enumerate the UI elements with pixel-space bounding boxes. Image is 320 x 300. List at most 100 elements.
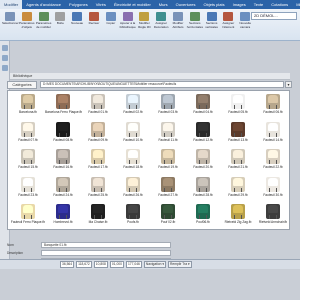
armchair-thumbnail bbox=[56, 149, 70, 164]
library-item[interactable]: Fauteuil 20.fb bbox=[185, 148, 221, 178]
library-item-label: Fauteuil 04.fb bbox=[193, 110, 213, 114]
library-item-label: Barcelona Ferro Plaque.fb bbox=[45, 110, 83, 114]
library-item[interactable]: Fauteuil 24.fb bbox=[45, 176, 81, 206]
library-item[interactable]: Fauteuil 17.fb bbox=[80, 148, 116, 178]
armchair-thumbnail bbox=[56, 94, 70, 109]
library-item-label: Fauteuil 09.fb bbox=[88, 137, 108, 142]
library-item-label: Hombrevol.fb bbox=[53, 220, 73, 224]
library-item[interactable]: Fauteuil 12.fb bbox=[185, 121, 221, 151]
armchair-thumbnail bbox=[91, 149, 105, 164]
detail-label: Description bbox=[7, 251, 23, 255]
library-item[interactable]: Fauteuil 10.fb bbox=[115, 121, 151, 151]
library-item[interactable]: Fauteuil 07.fb bbox=[10, 121, 46, 151]
coordinate-field[interactable]: 36,564 bbox=[60, 261, 75, 268]
armchair-thumbnail bbox=[196, 149, 210, 164]
coordinate-field[interactable]: 118,672 bbox=[76, 261, 92, 268]
armchair-thumbnail bbox=[21, 149, 35, 164]
detail-field[interactable] bbox=[41, 250, 171, 256]
library-item[interactable]: Fauteuil 19.fb bbox=[150, 148, 186, 178]
library-item[interactable]: Fauteuil 16.fb bbox=[45, 148, 81, 178]
library-item-label: Fauteuil 02.fb bbox=[123, 110, 143, 114]
library-item[interactable]: Fauteuil 21.fb bbox=[220, 148, 256, 178]
library-item[interactable]: Fauteuil 30.fb bbox=[255, 176, 291, 206]
dialog-title-bar: Bibliothèque bbox=[10, 73, 290, 80]
armchair-thumbnail bbox=[21, 176, 35, 192]
library-item[interactable]: Fauteuil 11.fb bbox=[150, 121, 186, 151]
library-item[interactable]: Fauteuil 15.fb bbox=[10, 148, 46, 178]
armchair-thumbnail bbox=[196, 121, 210, 137]
library-item-label: Fauteuil 13.fb bbox=[228, 137, 248, 142]
library-item[interactable]: Fauteuil 22.fb bbox=[255, 148, 291, 178]
armchair-thumbnail bbox=[91, 121, 105, 137]
library-item[interactable]: Fauteuil 28.fb bbox=[185, 176, 221, 206]
library-item-label: Fauteuil 20.fb bbox=[193, 165, 213, 169]
armchair-thumbnail bbox=[231, 149, 245, 164]
library-item-label: Fauteuil 27.fb bbox=[158, 192, 178, 197]
library-item[interactable]: Fauteuil 01.fb bbox=[80, 93, 116, 123]
categories-button[interactable]: Catégories bbox=[7, 81, 37, 89]
library-item[interactable]: Fauteuil 29.fb bbox=[220, 176, 256, 206]
library-item-label: Fauteuil 29.fb bbox=[228, 192, 248, 197]
coordinate-field[interactable]: 01,000 bbox=[109, 261, 124, 268]
armchair-thumbnail bbox=[266, 149, 280, 164]
library-item-label: Fauteuil 30.fb bbox=[263, 192, 283, 197]
snap-dropdown[interactable]: Remplir Tra ▾ bbox=[168, 261, 192, 268]
library-item-label: Fauteuil 22.fb bbox=[263, 165, 283, 169]
library-item[interactable]: Fauteuil 05.fb bbox=[220, 93, 256, 123]
armchair-thumbnail bbox=[126, 94, 140, 109]
library-item[interactable]: Poufs.fb bbox=[115, 203, 151, 233]
path-input[interactable]: D:\MES DOCUMENTS\ARCHLIB\NYX\BOUTIQUE\AN… bbox=[40, 81, 284, 88]
armchair-thumbnail bbox=[196, 94, 210, 109]
armchair-thumbnail bbox=[161, 176, 175, 192]
library-grid: Barcelona.fb Barcelona Ferro Plaque.fb Fau… bbox=[7, 90, 290, 230]
coordinate-field[interactable]: 177,046 bbox=[125, 261, 142, 268]
library-item[interactable]: Barcelona Ferro Plaque.fb bbox=[45, 93, 83, 123]
mode-dropdown[interactable]: Navigation ▾ bbox=[143, 261, 167, 268]
library-item[interactable]: Fauteuil 25.fb bbox=[80, 176, 116, 206]
library-item[interactable]: Fauteuil 06.fb bbox=[255, 93, 291, 123]
library-item[interactable]: Fauteuil 18.fb bbox=[115, 148, 151, 178]
library-item[interactable]: Fauteuil 08.fb bbox=[45, 121, 81, 151]
armchair-thumbnail bbox=[21, 94, 35, 109]
library-item[interactable]: Fauteuil Ferro Plaque.fb bbox=[10, 203, 46, 233]
library-item[interactable]: Hombrevol.fb bbox=[45, 203, 81, 233]
armchair-thumbnail bbox=[126, 149, 140, 164]
library-item-label: Fauteuil 21.fb bbox=[228, 165, 248, 169]
library-item[interactable]: Pouf06.fb bbox=[185, 203, 221, 233]
armchair-thumbnail bbox=[21, 204, 35, 219]
library-item-label: Pouf 02.fb bbox=[160, 220, 176, 224]
library-item-label: Fauteuil 23.fb bbox=[18, 192, 38, 197]
armchair-thumbnail bbox=[126, 204, 140, 219]
library-item-label: Barcelona.fb bbox=[19, 110, 37, 114]
library-item[interactable]: Fauteuil 02.fb bbox=[115, 93, 151, 123]
library-item[interactable]: Rietveld Armchair.fb bbox=[255, 203, 291, 233]
library-item[interactable]: Fauteuil 27.fb bbox=[150, 176, 186, 206]
library-item[interactable]: Fauteuil 26.fb bbox=[115, 176, 151, 206]
library-item[interactable]: Rietveld Zig Zag.fb bbox=[220, 203, 256, 233]
library-item-label: Fauteuil 24.fb bbox=[53, 192, 73, 197]
detail-field[interactable]: Banquette 01.fb bbox=[41, 242, 171, 248]
armchair-thumbnail bbox=[91, 176, 105, 192]
armchair-thumbnail bbox=[56, 121, 70, 137]
library-item-label: Fauteuil 17.fb bbox=[88, 165, 108, 169]
library-item[interactable]: Pouf 02.fb bbox=[150, 203, 186, 233]
library-item[interactable]: Fauteuil 04.fb bbox=[185, 93, 221, 123]
library-item-label: Fauteuil Ferro Plaque.fb bbox=[10, 220, 46, 224]
library-item[interactable]: Fauteuil 23.fb bbox=[10, 176, 46, 206]
library-item[interactable]: Fauteuil 03.fb bbox=[150, 93, 186, 123]
library-item[interactable]: Barcelona.fb bbox=[10, 93, 46, 123]
armchair-thumbnail bbox=[161, 121, 175, 137]
armchair-thumbnail bbox=[56, 204, 70, 219]
coordinate-field[interactable]: 10,808 bbox=[93, 261, 108, 268]
library-item-label: Fauteuil 05.fb bbox=[228, 110, 248, 114]
armchair-thumbnail bbox=[161, 149, 175, 164]
library-item-label: Fauteuil 06.fb bbox=[263, 110, 283, 114]
library-item-label: Fauteuil 14.fb bbox=[263, 137, 283, 142]
library-item[interactable]: Fauteuil 13.fb bbox=[220, 121, 256, 151]
library-item[interactable]: Ma Chaise.fb bbox=[80, 203, 116, 233]
chevron-down-icon[interactable]: ▾ bbox=[285, 81, 292, 88]
library-item[interactable]: Fauteuil 09.fb bbox=[80, 121, 116, 151]
library-item-label: Rietveld Zig Zag.fb bbox=[224, 220, 252, 224]
library-item-label: Rietveld Armchair.fb bbox=[258, 220, 288, 224]
library-item[interactable]: Fauteuil 14.fb bbox=[255, 121, 291, 151]
